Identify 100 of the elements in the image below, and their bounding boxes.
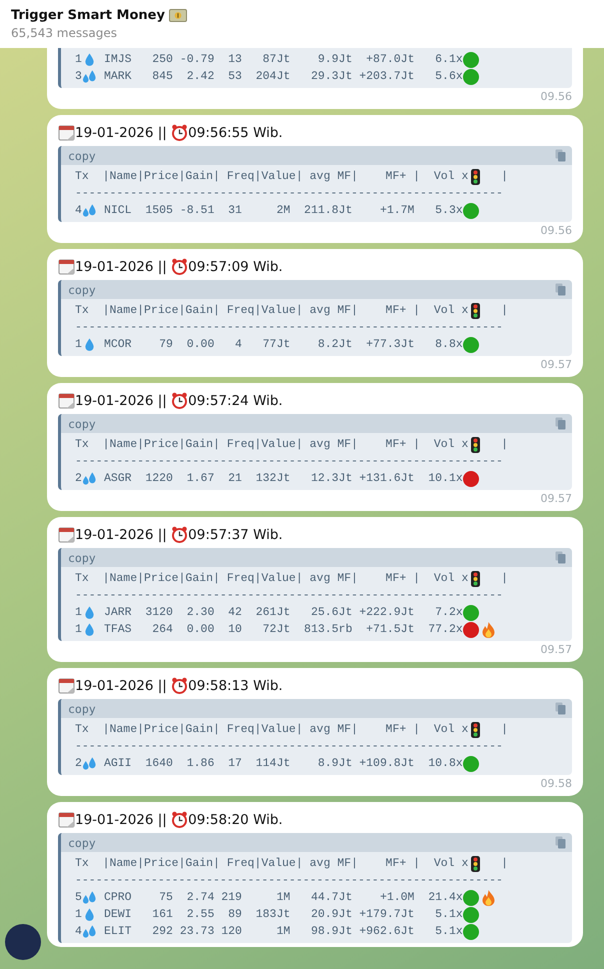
copy-icon[interactable]: [555, 149, 566, 162]
calendar-icon: [58, 526, 75, 543]
traffic-light-icon: [471, 722, 480, 738]
table-cell-text: -8.51: [178, 204, 214, 217]
table-cell-text: 44.7Jt: [310, 891, 352, 904]
traffic-light-icon: [471, 436, 480, 452]
date-text: 19-01-2026 ||: [75, 124, 168, 140]
table-cell-text: 77.2x: [427, 623, 463, 636]
table-header: Tx |Name|Price|Gain| Freq|Value| avg MF| MF+ | Vol x: [75, 438, 468, 451]
table-cell: 2: [75, 472, 82, 485]
table-cell: IMJS: [104, 53, 132, 66]
copy-label[interactable]: copy: [68, 282, 96, 296]
table-cell-text: +962.6Jt: [358, 925, 414, 938]
table-cell-text: 29.3Jt: [310, 70, 352, 83]
avatar[interactable]: [5, 924, 41, 960]
copy-label[interactable]: copy: [68, 148, 96, 162]
table-cell-text: 8.8x: [434, 338, 463, 351]
table-cell-text: 8.2Jt: [316, 338, 352, 351]
copy-label[interactable]: copy: [68, 416, 96, 430]
table-cell: CPRO: [104, 891, 132, 904]
table-header: Tx |Name|Price|Gain| Freq|Value| avg MF| MF+ | Vol x: [75, 170, 468, 183]
water-drop-icon: [84, 907, 96, 922]
water-drops-icon: [82, 203, 98, 218]
table-cell-text: 114Jt: [254, 757, 290, 770]
table-cell: 1: [75, 623, 82, 636]
copy-icon[interactable]: [555, 417, 566, 430]
alarm-clock-icon: [171, 677, 188, 694]
table-cell-text: 79: [158, 338, 173, 351]
table-cell-text: 1220: [144, 472, 173, 485]
table-cell-text: 8.9Jt: [316, 757, 352, 770]
table-cell: 4: [75, 925, 82, 938]
table-cell-text: 42: [227, 606, 242, 619]
table-cell-text: 77Jt: [262, 338, 290, 351]
table-cell-text: 6.1x: [434, 53, 463, 66]
table-cell-text: 5.1x: [434, 925, 463, 938]
table-cell-text: +1.7M: [378, 204, 414, 217]
table-header: |: [500, 170, 508, 183]
calendar-icon: [58, 677, 75, 694]
copy-icon[interactable]: [555, 702, 566, 715]
table-cell-text: +179.7Jt: [358, 908, 414, 921]
table-cell: NICL: [104, 204, 132, 217]
table-cell: AGII: [104, 757, 132, 770]
water-drop-icon: [84, 622, 96, 637]
table-cell-text: 132Jt: [254, 472, 290, 485]
time-text: 09:58:20 Wib.: [188, 812, 283, 828]
copy-icon[interactable]: [555, 283, 566, 296]
table-cell-text: 161: [151, 908, 173, 921]
table-cell-text: 1505: [144, 204, 173, 217]
table-cell-text: 53: [227, 70, 242, 83]
table-cell: ELIT: [104, 925, 132, 938]
table-cell-text: 0.00: [186, 338, 214, 351]
date-text: 19-01-2026 ||: [75, 258, 168, 274]
table-cell-text: 183Jt: [254, 908, 290, 921]
table-cell-text: 5.1x: [434, 908, 463, 921]
table-cell: TFAS: [104, 623, 132, 636]
table-cell-text: +77.3Jt: [365, 338, 414, 351]
table-cell: 1: [75, 53, 82, 66]
table-cell-text: 2.30: [186, 606, 214, 619]
table-cell-text: +71.5Jt: [365, 623, 414, 636]
table-cell-text: +203.7Jt: [358, 70, 414, 83]
water-drop-icon: [84, 337, 96, 352]
table-cell: 1: [75, 908, 82, 921]
table-cell-text: 89: [227, 908, 242, 921]
traffic-light-icon: [471, 856, 480, 872]
table-cell-text: 2.55: [186, 908, 214, 921]
copy-label[interactable]: copy: [68, 550, 96, 564]
water-drops-icon: [82, 471, 98, 486]
message-time: 09.56: [540, 90, 572, 105]
table-cell-text: 292: [151, 925, 173, 938]
table-cell-text: 2.74: [186, 891, 214, 904]
table-cell: MARK: [104, 70, 132, 83]
table-cell-text: 72Jt: [262, 623, 290, 636]
table-cell-text: 4: [234, 338, 242, 351]
water-drops-icon: [82, 69, 98, 84]
table-cell-text: +87.0Jt: [365, 53, 414, 66]
copy-icon[interactable]: [555, 551, 566, 564]
traffic-light-icon: [471, 168, 480, 184]
table-cell-text: 2.42: [186, 70, 214, 83]
table-cell-text: +109.8Jt: [358, 757, 414, 770]
table-cell: ASGR: [104, 472, 132, 485]
banknote-icon: [168, 9, 187, 22]
message-time: 09.57: [540, 358, 572, 373]
table-cell: JARR: [104, 606, 132, 619]
message-time: 09.56: [540, 224, 572, 239]
table-cell-text: 17: [227, 757, 242, 770]
copy-label[interactable]: copy: [68, 836, 96, 850]
date-text: 19-01-2026 ||: [75, 526, 168, 542]
table-header: |: [500, 723, 508, 736]
copy-label[interactable]: copy: [68, 702, 96, 716]
copy-icon[interactable]: [555, 836, 566, 849]
chat-title: Trigger Smart Money: [11, 8, 165, 23]
table-cell: 4: [75, 204, 82, 217]
calendar-icon: [58, 258, 75, 275]
table-header: Tx |Name|Price|Gain| Freq|Value| avg MF| MF+ | Vol x: [75, 723, 468, 736]
calendar-icon: [58, 811, 75, 828]
message-time: 09.57: [540, 492, 572, 507]
water-drop-icon: [84, 605, 96, 620]
table-cell-text: 1.86: [186, 757, 214, 770]
table-cell-text: 250: [151, 53, 173, 66]
table-cell-text: 120: [220, 925, 242, 938]
